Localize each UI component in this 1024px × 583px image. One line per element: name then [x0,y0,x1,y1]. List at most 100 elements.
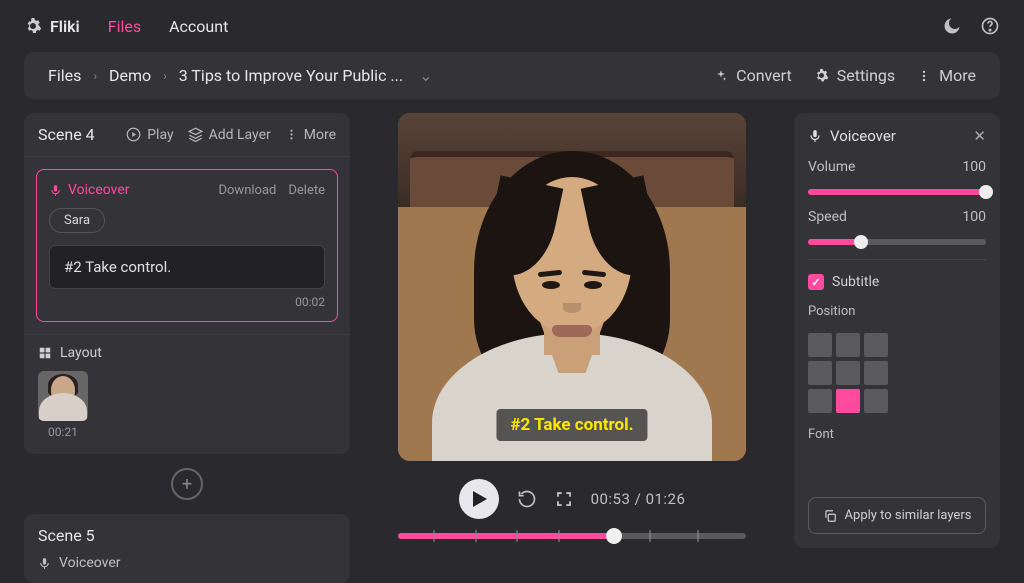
add-layer-button[interactable]: Add Layer [188,127,271,143]
chevron-right-icon: › [93,69,97,83]
scene-marker [475,530,477,542]
brand-logo: Fliki [24,17,80,36]
divider [808,259,986,260]
download-button[interactable]: Download [218,183,276,198]
voiceover-label: Voiceover [68,182,129,198]
scene5-voiceover-label: Voiceover [59,555,120,571]
speed-slider[interactable] [808,239,986,245]
progress-bar[interactable] [398,533,746,539]
scene-marker [697,530,699,542]
thumb-time: 00:21 [38,425,88,439]
voice-selector[interactable]: Sara [49,208,105,233]
scene-marker [433,530,435,542]
close-icon[interactable]: ✕ [973,127,986,145]
gear-icon [24,17,42,35]
voiceover-card[interactable]: Voiceover Download Delete Sara #2 Take c… [36,169,338,322]
scene-4-panel: Scene 4 Play Add Layer More [24,113,350,454]
layout-icon [38,346,52,360]
chevron-down-icon[interactable]: ⌄ [419,66,432,85]
check-icon: ✓ [811,276,820,289]
speed-value: 100 [962,209,986,225]
position-cell-8[interactable] [864,389,888,413]
dots-vertical-icon [285,128,298,141]
scene-more-button[interactable]: More [285,127,336,143]
position-cell-2[interactable] [864,333,888,357]
layout-section-header[interactable]: Layout [38,345,336,361]
position-cell-6[interactable] [808,389,832,413]
volume-slider[interactable] [808,189,986,195]
apply-similar-button[interactable]: Apply to similar layers [808,497,986,534]
play-button[interactable] [459,479,499,519]
scene-5-panel[interactable]: Scene 5 Voiceover [24,514,350,583]
layers-icon [188,127,203,142]
settings-label: Settings [837,66,895,85]
mic-icon [808,129,822,143]
volume-label: Volume [808,159,855,175]
video-preview: #2 Take control. [398,113,746,461]
crumb-demo[interactable]: Demo [109,66,151,85]
position-grid [808,333,986,413]
crumb-current[interactable]: 3 Tips to Improve Your Public ... [179,66,403,85]
scene-5-title: Scene 5 [38,526,336,545]
breadcrumb: Files › Demo › 3 Tips to Improve Your Pu… [24,52,1000,99]
scene-marker [558,530,560,542]
brand-name: Fliki [50,17,80,36]
volume-value: 100 [962,159,986,175]
speed-knob[interactable] [854,235,868,249]
position-cell-7[interactable] [836,389,860,413]
settings-button[interactable]: Settings [814,66,895,85]
layout-thumbnail[interactable]: 00:21 [38,371,88,439]
play-circle-icon [126,127,141,142]
moon-icon[interactable] [942,16,962,36]
subtitle-checkbox[interactable]: ✓ [808,274,824,290]
fullscreen-icon[interactable] [555,490,573,508]
help-icon[interactable] [980,16,1000,36]
chevron-right-icon: › [163,69,167,83]
layout-label: Layout [60,345,102,361]
position-cell-5[interactable] [864,361,888,385]
scene-play-button[interactable]: Play [126,127,173,143]
delete-button[interactable]: Delete [288,183,325,198]
sidebar-title: Voiceover [830,127,896,145]
add-scene-button[interactable]: + [171,468,203,500]
time-current: 00:53 [591,490,631,508]
replay-icon[interactable] [517,489,537,509]
gear-icon [814,68,829,83]
scene-marker [516,530,518,542]
mic-icon [49,184,62,197]
time-total: 01:26 [646,490,686,508]
voiceover-text-input[interactable]: #2 Take control. [49,245,325,289]
scene-more-label: More [304,127,336,143]
font-label: Font [808,427,986,442]
subtitle-overlay: #2 Take control. [496,409,647,441]
position-cell-3[interactable] [808,361,832,385]
sparkle-icon [714,69,728,83]
dots-vertical-icon [917,69,931,83]
nav-files[interactable]: Files [108,17,141,36]
copy-icon [823,509,837,523]
more-button[interactable]: More [917,66,976,85]
mic-icon [38,557,51,570]
scene-marker [649,530,651,542]
crumb-files[interactable]: Files [48,66,81,85]
position-cell-0[interactable] [808,333,832,357]
apply-label: Apply to similar layers [845,508,972,523]
play-label: Play [147,127,173,143]
volume-knob[interactable] [979,185,993,199]
scene-4-title: Scene 4 [38,125,95,144]
progress-knob[interactable] [606,528,622,544]
position-cell-1[interactable] [836,333,860,357]
convert-label: Convert [736,66,792,85]
add-layer-label: Add Layer [209,127,271,143]
nav-account[interactable]: Account [169,17,228,36]
position-label: Position [808,304,986,319]
convert-button[interactable]: Convert [714,66,792,85]
voiceover-sidebar: Voiceover ✕ Volume 100 Speed 100 ✓ Subti… [794,113,1000,548]
speed-label: Speed [808,209,847,225]
position-cell-4[interactable] [836,361,860,385]
subtitle-label: Subtitle [832,274,879,290]
play-icon [473,491,487,507]
more-label: More [939,66,976,85]
timecode: 00:53 / 01:26 [591,490,686,508]
clip-duration: 00:02 [49,295,325,309]
